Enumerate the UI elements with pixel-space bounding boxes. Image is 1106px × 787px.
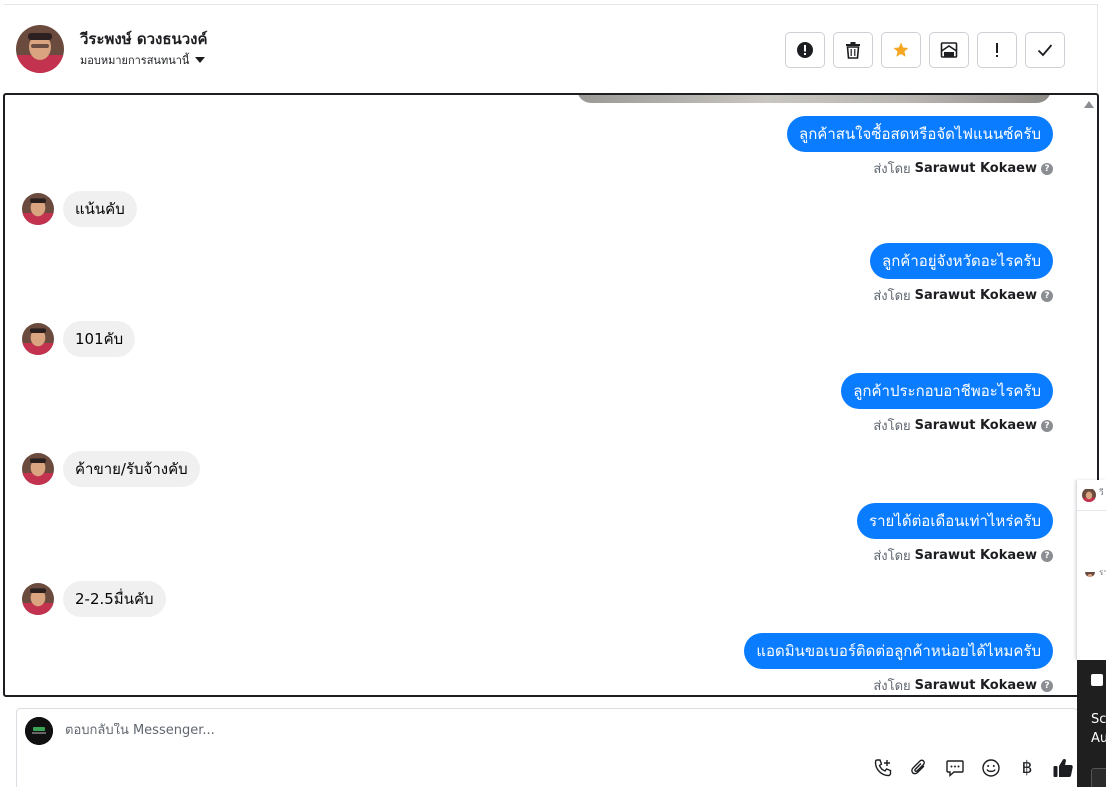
sender-name: Sarawut Kokaew xyxy=(914,418,1037,433)
composer-actions: ฿ xyxy=(871,756,1075,780)
outgoing-message-bubble[interactable]: ลูกค้าอยู่จังหวัดอะไรครับ xyxy=(870,243,1053,279)
call-button[interactable] xyxy=(871,756,895,780)
notification-avatar xyxy=(1082,488,1096,502)
outgoing-message-bubble[interactable]: รายได้ต่อเดือนเท่าไหร่ครับ xyxy=(857,503,1053,539)
chat-bubble-icon xyxy=(946,760,964,778)
reply-input[interactable] xyxy=(65,723,765,738)
messenger-inbox: วีระพงษ์ ดวงธนวงค์ มอบหมายการสนทนานี้ ลู… xyxy=(0,0,1106,787)
conversation-header: วีระพงษ์ ดวงธนวงค์ มอบหมายการสนทนานี้ xyxy=(4,4,1098,92)
message-row-outgoing: ลูกค้าสนใจซื้อสดหรือจัดไฟแนนซ์ครับ ส่งโด… xyxy=(787,116,1053,179)
shared-image-preview[interactable] xyxy=(577,95,1051,103)
baht-icon: ฿ xyxy=(1021,758,1033,778)
message-row-outgoing: รายได้ต่อเดือนเท่าไหร่ครับ ส่งโดย Sarawu… xyxy=(857,503,1053,566)
smiley-icon xyxy=(982,759,1000,777)
system-toast[interactable]: Sc Au xyxy=(1077,660,1106,787)
alert-circle-icon xyxy=(797,42,813,58)
exclamation-icon xyxy=(996,43,998,57)
check-icon xyxy=(1037,44,1053,57)
delete-button[interactable] xyxy=(833,32,873,68)
caret-down-icon xyxy=(195,57,206,63)
contact-avatar[interactable] xyxy=(16,25,64,73)
page-avatar xyxy=(25,717,53,745)
reply-composer: ฿ xyxy=(16,708,1078,787)
sender-name: Sarawut Kokaew xyxy=(914,288,1037,303)
like-button[interactable] xyxy=(1051,756,1075,780)
message-row-outgoing: ลูกค้าอยู่จังหวัดอะไรครับ ส่งโดย Sarawut… xyxy=(870,243,1053,306)
mark-unread-button[interactable] xyxy=(929,32,969,68)
message-row-incoming: 101คับ xyxy=(22,321,136,357)
assign-label: มอบหมายการสนทนานี้ xyxy=(80,54,190,67)
saved-replies-button[interactable] xyxy=(943,756,967,780)
sent-by-label: ส่งโดย Sarawut Kokaew ? xyxy=(873,675,1053,695)
help-icon[interactable]: ? xyxy=(1041,679,1053,692)
notification-text: วี xyxy=(1099,488,1104,497)
incoming-message-bubble[interactable]: ค้าขาย/รับจ้างคับ xyxy=(63,451,200,487)
payment-button[interactable]: ฿ xyxy=(1015,756,1039,780)
phone-plus-icon xyxy=(874,759,892,777)
toast-title: Sc xyxy=(1091,712,1106,727)
message-row-outgoing: แอดมินขอเบอร์ติดต่อลูกค้าหน่อยได้ไหมครับ… xyxy=(744,633,1053,695)
message-thread[interactable]: ลูกค้าสนใจซื้อสดหรือจัดไฟแนนซ์ครับ ส่งโด… xyxy=(3,93,1099,697)
sent-by-prefix: ส่งโดย xyxy=(873,679,911,694)
incoming-message-bubble[interactable]: 2-2.5มื่นคับ xyxy=(63,581,166,617)
envelope-icon xyxy=(940,42,958,58)
notification-text: รา xyxy=(1099,568,1106,577)
toast-button[interactable] xyxy=(1091,768,1106,787)
paperclip-icon xyxy=(911,759,925,775)
mark-done-button[interactable] xyxy=(1025,32,1065,68)
contact-avatar-small[interactable] xyxy=(22,583,54,615)
contact-avatar-small[interactable] xyxy=(22,193,54,225)
sender-name: Sarawut Kokaew xyxy=(914,678,1037,693)
incoming-message-bubble[interactable]: แน้นคับ xyxy=(63,191,137,227)
app-icon xyxy=(1091,674,1103,686)
scroll-up-arrow-icon[interactable] xyxy=(1084,101,1094,108)
notification-card[interactable]: วี รา xyxy=(1076,480,1106,660)
star-button[interactable] xyxy=(881,32,921,68)
emoji-button[interactable] xyxy=(979,756,1003,780)
sent-by-label: ส่งโดย Sarawut Kokaew ? xyxy=(873,545,1053,566)
notification-avatar xyxy=(1085,567,1095,577)
important-button[interactable] xyxy=(977,32,1017,68)
help-icon[interactable]: ? xyxy=(1041,419,1053,432)
sent-by-label: ส่งโดย Sarawut Kokaew ? xyxy=(873,415,1053,436)
toast-subtitle: Au xyxy=(1091,731,1106,746)
message-row-incoming: ค้าขาย/รับจ้างคับ xyxy=(22,451,200,487)
outgoing-message-bubble[interactable]: ลูกค้าสนใจซื้อสดหรือจัดไฟแนนซ์ครับ xyxy=(787,116,1053,152)
thumbs-up-icon xyxy=(1053,758,1073,777)
message-row-outgoing: ลูกค้าประกอบอาชีพอะไรครับ ส่งโดย Sarawut… xyxy=(841,373,1053,436)
sent-by-prefix: ส่งโดย xyxy=(873,162,911,177)
sent-by-prefix: ส่งโดย xyxy=(873,549,911,564)
star-icon xyxy=(893,42,909,57)
incoming-message-bubble[interactable]: 101คับ xyxy=(63,321,136,357)
assign-conversation-dropdown[interactable]: มอบหมายการสนทนานี้ xyxy=(80,51,206,69)
conversation-toolbar xyxy=(785,32,1065,68)
sent-by-prefix: ส่งโดย xyxy=(873,289,911,304)
outgoing-message-bubble[interactable]: แอดมินขอเบอร์ติดต่อลูกค้าหน่อยได้ไหมครับ xyxy=(744,633,1053,669)
contact-avatar-small[interactable] xyxy=(22,453,54,485)
sent-by-label: ส่งโดย Sarawut Kokaew ? xyxy=(873,285,1053,306)
attach-button[interactable] xyxy=(907,756,931,780)
report-spam-button[interactable] xyxy=(785,32,825,68)
divider xyxy=(1077,510,1106,511)
help-icon[interactable]: ? xyxy=(1041,162,1053,175)
contact-avatar-small[interactable] xyxy=(22,323,54,355)
help-icon[interactable]: ? xyxy=(1041,289,1053,302)
contact-name[interactable]: วีระพงษ์ ดวงธนวงค์ xyxy=(80,27,208,51)
sender-name: Sarawut Kokaew xyxy=(914,161,1037,176)
sent-by-prefix: ส่งโดย xyxy=(873,419,911,434)
sent-by-label: ส่งโดย Sarawut Kokaew ? xyxy=(873,158,1053,179)
help-icon[interactable]: ? xyxy=(1041,549,1053,562)
message-row-incoming: แน้นคับ xyxy=(22,191,137,227)
sender-name: Sarawut Kokaew xyxy=(914,548,1037,563)
trash-icon xyxy=(846,42,860,59)
outgoing-message-bubble[interactable]: ลูกค้าประกอบอาชีพอะไรครับ xyxy=(841,373,1053,409)
message-row-incoming: 2-2.5มื่นคับ xyxy=(22,581,166,617)
